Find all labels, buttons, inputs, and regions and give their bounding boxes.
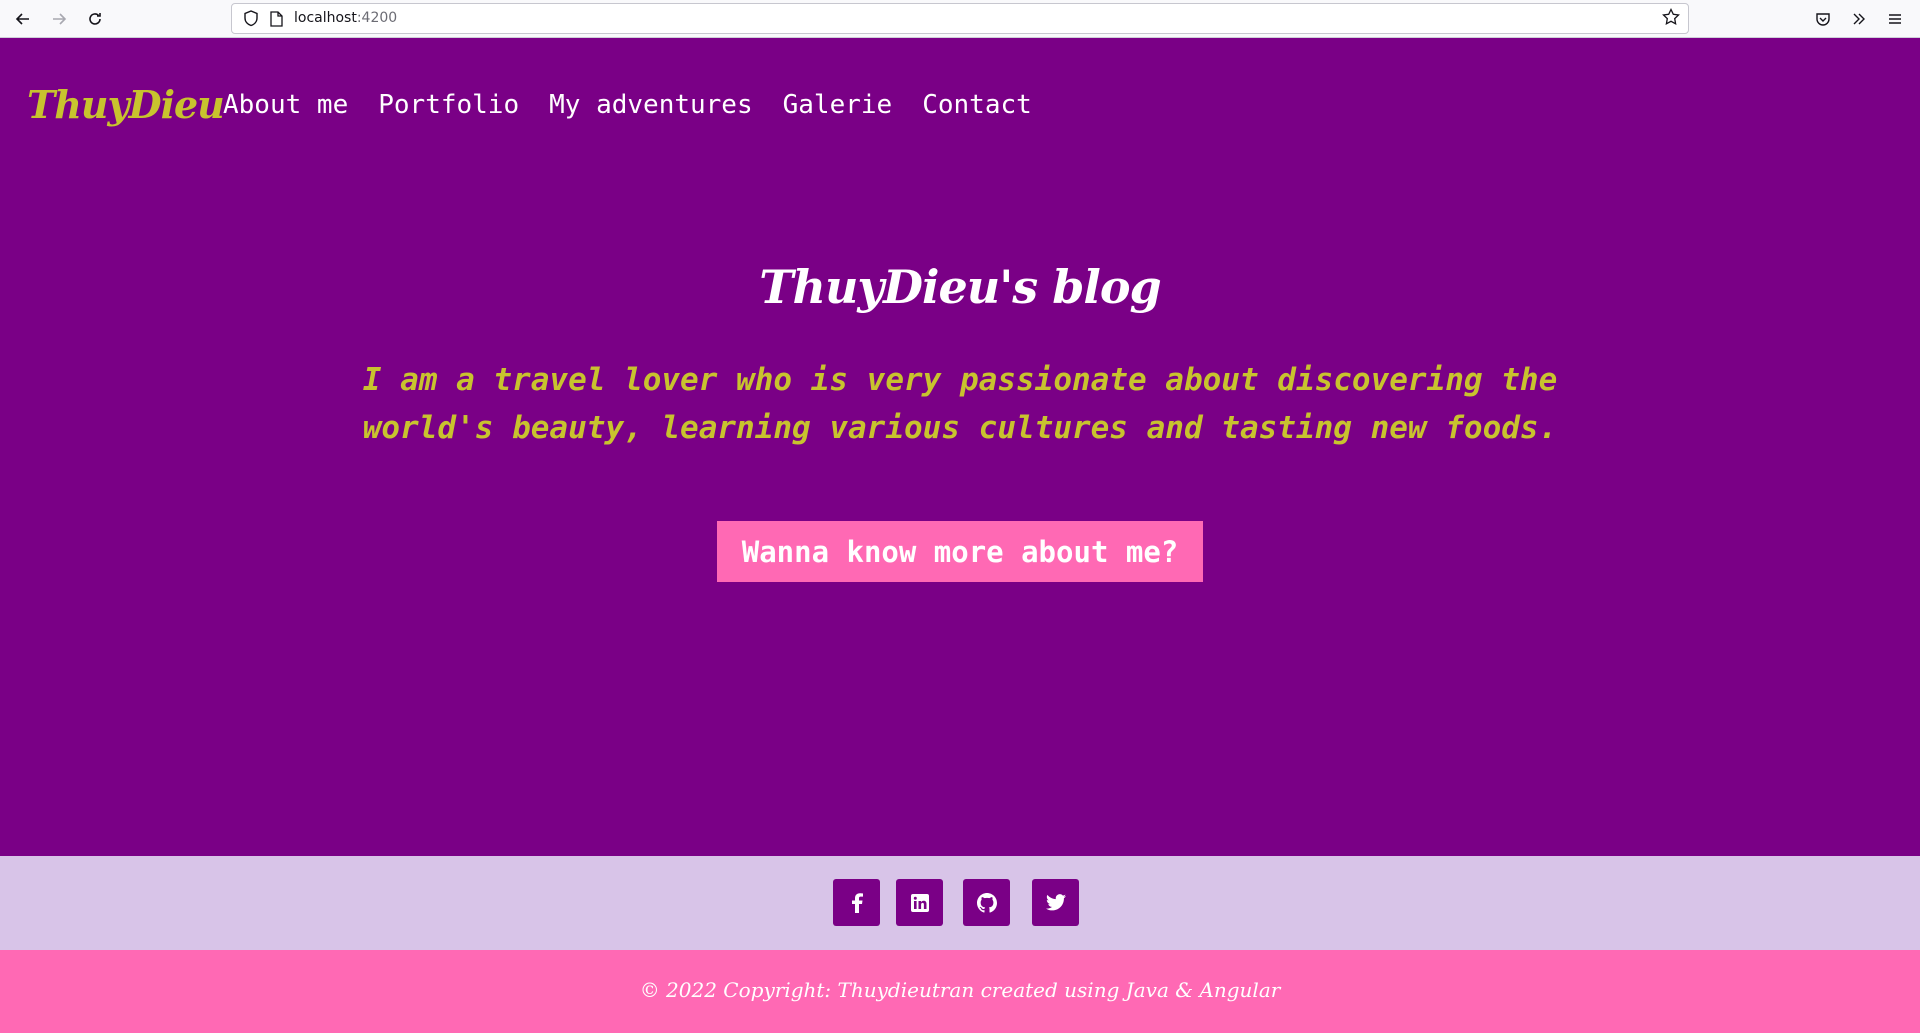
copyright-text: © 2022 Copyright: Thuydieutran created u… (639, 978, 1281, 1002)
nav-about[interactable]: About me (223, 90, 348, 120)
footer: © 2022 Copyright: Thuydieutran created u… (0, 950, 1920, 1033)
page-icon (269, 11, 283, 31)
reload-button[interactable] (81, 5, 109, 33)
main-nav: About me Portfolio My adventures Galerie… (223, 90, 1032, 120)
linkedin-icon (910, 893, 929, 912)
twitter-button[interactable] (1032, 879, 1079, 926)
arrow-right-icon (53, 13, 67, 25)
github-button[interactable] (963, 879, 1010, 926)
facebook-button[interactable] (833, 879, 880, 926)
about-me-button[interactable]: Wanna know more about me? (717, 521, 1203, 582)
address-bar[interactable]: localhost:4200 (231, 3, 1689, 34)
facebook-icon (851, 892, 863, 913)
page: ThuyDieu About me Portfolio My adventure… (0, 38, 1920, 1033)
social-bar (0, 856, 1920, 950)
extensions-chevron-icon[interactable] (1847, 7, 1871, 31)
twitter-icon (1045, 894, 1066, 911)
page-title: ThuyDieu's blog (759, 260, 1161, 314)
nav-galerie[interactable]: Galerie (783, 90, 893, 120)
github-icon (976, 892, 997, 913)
reload-icon (89, 13, 101, 25)
hero-tagline: I am a travel lover who is very passiona… (362, 362, 1558, 446)
nav-portfolio[interactable]: Portfolio (378, 90, 519, 120)
brand-logo[interactable]: ThuyDieu (27, 82, 225, 127)
linkedin-button[interactable] (896, 879, 943, 926)
hero-section: ThuyDieu About me Portfolio My adventure… (0, 38, 1920, 856)
pocket-icon[interactable] (1811, 7, 1835, 31)
url-text: localhost:4200 (294, 10, 398, 26)
browser-toolbar: localhost:4200 (0, 0, 1920, 38)
arrow-left-icon (15, 13, 29, 25)
shield-icon (243, 10, 259, 31)
bookmark-star-icon[interactable] (1662, 7, 1680, 31)
hamburger-menu-icon[interactable] (1883, 7, 1907, 31)
forward-button[interactable] (45, 5, 73, 33)
nav-adventures[interactable]: My adventures (549, 90, 753, 120)
nav-contact[interactable]: Contact (922, 90, 1032, 120)
back-button[interactable] (9, 5, 37, 33)
